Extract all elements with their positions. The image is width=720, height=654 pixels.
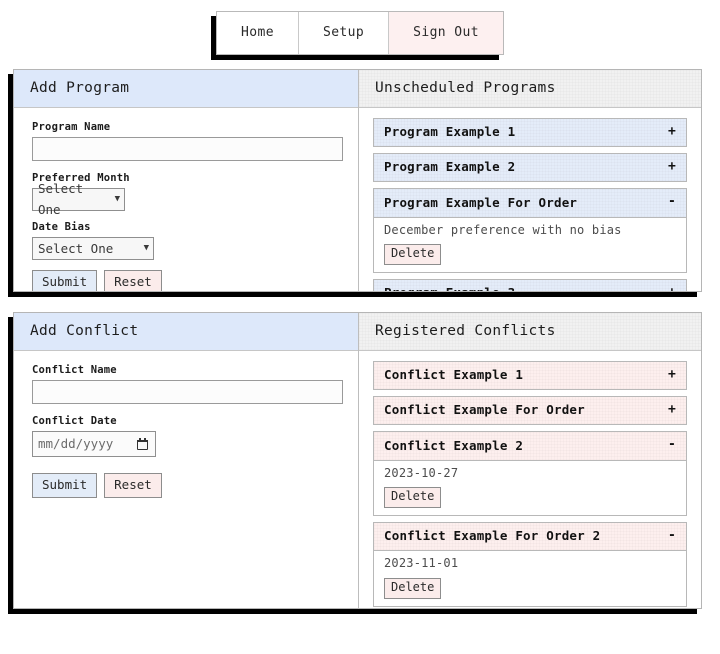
accordion-header[interactable]: Conflict Example For Order 2 -	[373, 521, 687, 552]
accordion-detail-text: December preference with no bias	[384, 222, 622, 237]
add-program-title: Add Program	[14, 70, 358, 108]
conflict-reset-button[interactable]: Reset	[104, 472, 162, 499]
date-bias-select[interactable]: Select One ▼	[32, 236, 154, 260]
accordion-label: Program Example 3	[384, 285, 515, 291]
accordion-panel: December preference with no bias Delete	[373, 217, 687, 273]
accordion-header[interactable]: Program Example For Order -	[373, 188, 687, 218]
accordion-detail-text: 2023-10-27	[384, 465, 459, 480]
program-reset-button[interactable]: Reset	[104, 269, 162, 291]
delete-button[interactable]: Delete	[384, 487, 442, 508]
accordion-header[interactable]: Program Example 1 +	[373, 117, 687, 148]
add-conflict-title: Add Conflict	[14, 313, 358, 351]
unscheduled-programs-title: Unscheduled Programs	[359, 70, 701, 108]
delete-button[interactable]: Delete	[384, 244, 442, 265]
conflict-date-placeholder: mm/dd/yyyy	[38, 436, 114, 452]
conflict-form-buttons: Submit Reset	[32, 472, 344, 499]
list-item: Conflict Example 1 +	[373, 360, 687, 391]
accordion-header[interactable]: Program Example 3 +	[373, 278, 687, 291]
program-name-label: Program Name	[32, 120, 111, 133]
list-item: Conflict Example For Order 2 - 2023-11-01 D…	[373, 521, 687, 607]
collapse-icon[interactable]: -	[660, 194, 676, 210]
unscheduled-programs-panel: Unscheduled Programs Program Example 1 + P…	[359, 70, 701, 291]
conflict-date-input[interactable]: mm/dd/yyyy	[32, 430, 156, 457]
chevron-down-icon: ▼	[143, 242, 149, 253]
accordion-label: Conflict Example 1	[384, 367, 524, 383]
list-item: Program Example 2 +	[373, 153, 687, 183]
expand-icon[interactable]: +	[660, 124, 676, 140]
nav-item-setup[interactable]: Setup	[298, 12, 390, 54]
date-bias-label: Date Bias	[32, 220, 91, 233]
delete-button[interactable]: Delete	[384, 577, 442, 599]
programs-section: Add Program Program Name Preferred Month…	[13, 69, 702, 292]
accordion-header[interactable]: Conflict Example For Order +	[373, 396, 687, 426]
preferred-month-select[interactable]: Select One ▼	[32, 181, 125, 217]
accordion-label: Program Example 1	[384, 124, 516, 140]
accordion-label: Program Example 2	[384, 159, 516, 175]
unscheduled-programs-list: Program Example 1 + Program Example 2 + Prog…	[359, 108, 701, 291]
expand-icon[interactable]: +	[660, 285, 676, 291]
nav-item-home[interactable]: Home	[217, 12, 299, 54]
accordion-label: Conflict Example For Order	[384, 402, 585, 418]
expand-icon[interactable]: +	[660, 367, 676, 383]
calendar-icon[interactable]	[136, 437, 148, 450]
list-item: Program Example 3 +	[373, 278, 687, 291]
preferred-month-value: Select One	[38, 181, 84, 218]
add-conflict-form: Conflict Name Conflict Date mm/dd/yyyy S…	[14, 351, 358, 508]
navigation-bar-wrapper: Home Setup Sign Out	[0, 0, 720, 55]
nav-item-sign-out[interactable]: Sign Out	[389, 12, 503, 54]
registered-conflicts-list: Conflict Example 1 + Conflict Example For …	[359, 351, 701, 608]
collapse-icon[interactable]: -	[660, 437, 676, 453]
list-item: Program Example 1 +	[373, 117, 687, 148]
collapse-icon[interactable]: -	[660, 528, 676, 544]
accordion-detail-text: 2023-11-01	[384, 556, 459, 571]
accordion-label: Conflict Example 2	[384, 437, 524, 453]
accordion-panel: 2023-10-27 Delete	[373, 460, 687, 516]
add-program-form: Program Name Preferred Month Select One …	[14, 108, 358, 291]
program-name-input[interactable]	[32, 136, 343, 161]
expand-icon[interactable]: +	[660, 159, 676, 175]
accordion-header[interactable]: Conflict Example 2 -	[373, 431, 687, 461]
list-item: Conflict Example For Order +	[373, 396, 687, 426]
conflicts-section: Add Conflict Conflict Name Conflict Date…	[13, 312, 702, 609]
add-conflict-panel: Add Conflict Conflict Name Conflict Date…	[14, 313, 359, 608]
add-program-panel: Add Program Program Name Preferred Month…	[14, 70, 359, 291]
accordion-label: Program Example For Order	[384, 194, 578, 210]
list-item: Program Example For Order - December prefe…	[373, 188, 687, 273]
navigation-bar: Home Setup Sign Out	[216, 11, 504, 55]
date-bias-value: Select One	[38, 240, 114, 256]
accordion-header[interactable]: Conflict Example 1 +	[373, 360, 687, 391]
accordion-header[interactable]: Program Example 2 +	[373, 153, 687, 183]
accordion-panel: 2023-11-01 Delete	[373, 551, 687, 607]
conflict-name-label: Conflict Name	[32, 363, 117, 376]
conflict-name-input[interactable]	[32, 379, 343, 404]
conflict-date-label: Conflict Date	[32, 414, 117, 427]
program-submit-button[interactable]: Submit	[32, 269, 98, 291]
accordion-label: Conflict Example For Order 2	[384, 528, 601, 544]
chevron-down-icon: ▼	[114, 193, 120, 204]
program-form-buttons: Submit Reset	[32, 269, 344, 291]
registered-conflicts-panel: Registered Conflicts Conflict Example 1 +…	[359, 313, 701, 608]
registered-conflicts-title: Registered Conflicts	[359, 313, 701, 351]
expand-icon[interactable]: +	[660, 402, 676, 418]
conflict-submit-button[interactable]: Submit	[32, 472, 98, 499]
list-item: Conflict Example 2 - 2023-10-27 Delete	[373, 431, 687, 516]
